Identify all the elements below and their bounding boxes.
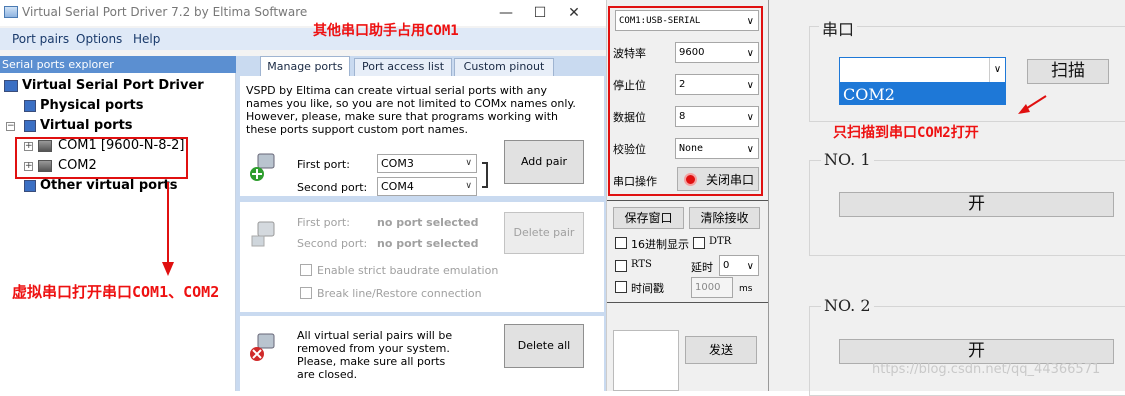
computer-icon <box>4 80 18 92</box>
first-port-select[interactable]: COM3 ∨ <box>377 154 477 173</box>
tree-other-virtual-ports[interactable]: Other virtual ports <box>40 178 177 193</box>
tab-custom-pinout[interactable]: Custom pinout <box>454 58 554 76</box>
annotation-left: 虚拟串口打开串口COM1、COM2 <box>12 283 220 301</box>
chevron-down-icon[interactable]: ∨ <box>989 58 1005 82</box>
app-icon <box>4 6 18 18</box>
intro-text: VSPD by Eltima can create virtual serial… <box>246 84 576 136</box>
break-line-label: Break line/Restore connection <box>317 287 482 300</box>
serial-combo[interactable]: ∨ <box>839 57 1006 83</box>
delete-first-port-value: no port selected <box>377 216 479 229</box>
menu-help[interactable]: Help <box>133 32 160 46</box>
manage-panel: Manage ports Port access list Custom pin… <box>236 56 606 391</box>
menu-port-pairs[interactable]: Port pairs <box>12 32 69 46</box>
first-port-value: COM3 <box>381 157 414 170</box>
tree-virtual-ports[interactable]: Virtual ports <box>40 118 133 133</box>
strict-baudrate-label: Enable strict baudrate emulation <box>317 264 499 277</box>
save-window-button[interactable]: 保存窗口 <box>613 207 684 229</box>
annotation-box-assistant <box>608 6 763 196</box>
rts-label: RTS <box>631 259 652 270</box>
timestamp-label: 时间戳 <box>631 282 664 295</box>
chevron-down-icon: ∨ <box>746 261 754 272</box>
menu-options[interactable]: Options <box>76 32 122 46</box>
maximize-button[interactable]: ☐ <box>523 0 557 26</box>
no1-label: NO. 1 <box>821 150 874 169</box>
dropdown-option-com2[interactable]: COM2 <box>839 83 1006 105</box>
open-button-2[interactable]: 开 <box>839 339 1114 364</box>
watermark: https://blog.csdn.net/qq_44366571 <box>872 362 1101 377</box>
tab-port-access-list[interactable]: Port access list <box>354 58 452 76</box>
virtual-ports-icon <box>24 120 36 132</box>
serial-group-title: 串口 <box>819 16 858 40</box>
strict-baudrate-checkbox[interactable] <box>300 264 312 276</box>
dtr-label: DTR <box>709 236 732 247</box>
tree-root[interactable]: Virtual Serial Port Driver <box>22 78 204 93</box>
break-line-checkbox[interactable] <box>300 287 312 299</box>
ms-label: ms <box>739 284 753 294</box>
delay-value: 0 <box>723 260 730 271</box>
annotation-top: 其他串口助手占用COM1 <box>313 23 459 39</box>
delete-pair-button[interactable]: Delete pair <box>504 212 584 254</box>
add-pair-icon <box>250 153 275 181</box>
delete-pair-icon <box>251 221 275 247</box>
timestamp-input[interactable]: 1000 <box>691 277 733 298</box>
close-button[interactable]: ✕ <box>557 0 591 26</box>
delete-all-section: All virtual serial pairs will be removed… <box>240 316 604 391</box>
delete-all-text: All virtual serial pairs will be removed… <box>297 329 453 381</box>
annotation-right: 只扫描到串口COM2打开 <box>833 125 979 141</box>
collapse-icon[interactable]: − <box>6 122 15 131</box>
delete-all-icon <box>250 333 275 361</box>
delay-label: 延时 <box>691 261 713 274</box>
arrow-down-icon <box>162 182 174 276</box>
minimize-button[interactable]: — <box>489 0 523 26</box>
arrow-left-icon <box>1018 95 1047 114</box>
delete-pair-section: First port: no port selected Second port… <box>240 202 604 312</box>
send-textarea[interactable] <box>613 330 679 391</box>
window-title: Virtual Serial Port Driver 7.2 by Eltima… <box>22 5 308 19</box>
delete-second-port-value: no port selected <box>377 237 479 250</box>
delete-all-button[interactable]: Delete all <box>504 324 584 368</box>
no2-label: NO. 2 <box>821 296 874 315</box>
right-app: 串口 ∨ COM2 扫描 NO. 1 开 NO. 2 开 <box>768 0 1125 396</box>
vspd-titlebar: Virtual Serial Port Driver 7.2 by Eltima… <box>0 0 606 26</box>
pair-bracket-icon <box>482 162 488 188</box>
physical-ports-icon <box>24 100 36 112</box>
delete-first-port-label: First port: <box>297 216 350 229</box>
tree-physical-ports[interactable]: Physical ports <box>40 98 144 113</box>
second-port-select[interactable]: COM4 ∨ <box>377 177 477 196</box>
second-port-label: Second port: <box>297 181 368 194</box>
add-pair-button[interactable]: Add pair <box>504 140 584 184</box>
scan-button[interactable]: 扫描 <box>1027 59 1109 84</box>
divider <box>607 200 769 201</box>
menu-bar: Port pairs Options Help <box>0 28 606 50</box>
rts-checkbox[interactable] <box>615 260 627 272</box>
chevron-down-icon: ∨ <box>465 181 472 191</box>
second-port-value: COM4 <box>381 180 414 193</box>
clear-receive-button[interactable]: 清除接收 <box>689 207 760 229</box>
open-button-1[interactable]: 开 <box>839 192 1114 217</box>
annotation-box-ports <box>15 137 188 179</box>
other-ports-icon <box>24 180 36 192</box>
serial-ports-explorer: Serial ports explorer Virtual Serial Por… <box>0 56 236 391</box>
tab-manage-ports[interactable]: Manage ports <box>260 56 350 76</box>
divider <box>607 302 769 303</box>
chevron-down-icon: ∨ <box>465 158 472 168</box>
dropdown-option-label: COM2 <box>843 85 895 104</box>
timestamp-checkbox[interactable] <box>615 281 627 293</box>
hex-display-checkbox[interactable] <box>615 237 627 249</box>
first-port-label: First port: <box>297 158 350 171</box>
explorer-header: Serial ports explorer <box>0 56 236 73</box>
hex-display-label: 16进制显示 <box>631 238 689 251</box>
delete-second-port-label: Second port: <box>297 237 368 250</box>
add-pair-section: VSPD by Eltima can create virtual serial… <box>240 76 604 196</box>
dtr-checkbox[interactable] <box>693 237 705 249</box>
delay-select[interactable]: 0 ∨ <box>719 255 759 276</box>
send-button[interactable]: 发送 <box>685 336 757 364</box>
vspd-window: Virtual Serial Port Driver 7.2 by Eltima… <box>0 0 606 391</box>
